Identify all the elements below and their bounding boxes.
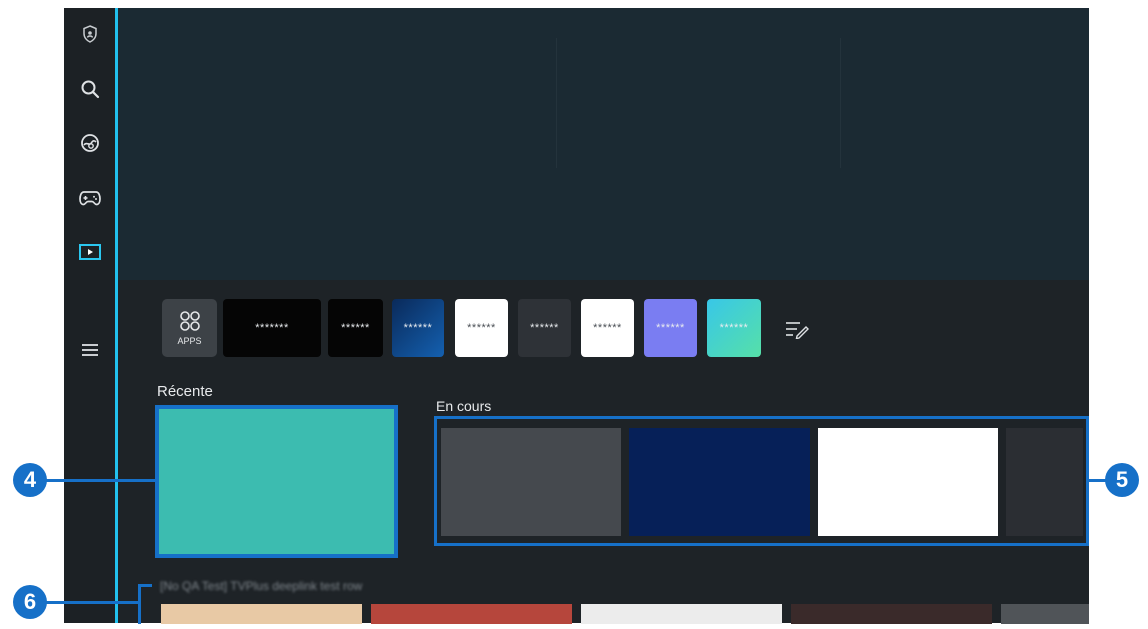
edit-list-icon — [786, 322, 809, 339]
recent-item-card[interactable] — [155, 405, 398, 558]
in-progress-item[interactable] — [629, 428, 810, 536]
apps-grid-icon — [179, 311, 200, 331]
hero-divider — [556, 38, 557, 168]
screenshot-stage: APPS ******* ****** ****** ****** ******… — [0, 0, 1148, 629]
app-tile[interactable]: ****** — [644, 299, 697, 357]
media-icon[interactable] — [72, 234, 108, 270]
ambient-icon[interactable] — [72, 125, 108, 161]
callout-badge-5: 5 — [1105, 463, 1139, 497]
privacy-icon[interactable] — [72, 16, 108, 52]
content-row-item[interactable] — [371, 604, 572, 624]
app-tile[interactable]: ****** — [707, 299, 761, 357]
menu-icon[interactable] — [72, 332, 108, 368]
in-progress-section-title: En cours — [436, 398, 492, 414]
apps-label: APPS — [177, 336, 202, 346]
content-row-title: [No QA Test] TVPlus deeplink test row — [160, 579, 363, 593]
callout-badge-6: 6 — [13, 585, 47, 619]
hero-divider — [840, 38, 841, 168]
app-tile[interactable]: ****** — [455, 299, 508, 357]
callout-badge-4: 4 — [13, 463, 47, 497]
left-navigation-rail — [64, 8, 116, 623]
hero-banner[interactable] — [116, 8, 1089, 280]
focus-indicator-line — [115, 8, 118, 623]
content-row-item[interactable] — [791, 604, 992, 624]
app-tile[interactable]: ******* — [223, 299, 321, 357]
app-tile[interactable]: ****** — [518, 299, 571, 357]
callout-4-line — [44, 479, 156, 482]
apps-button[interactable]: APPS — [162, 299, 217, 357]
in-progress-item[interactable] — [441, 428, 621, 536]
search-icon[interactable] — [72, 71, 108, 107]
callout-6-bracket-top — [138, 584, 152, 587]
game-controller-icon[interactable] — [72, 180, 108, 216]
app-tile[interactable]: ****** — [328, 299, 383, 357]
callout-6-line — [44, 601, 139, 604]
recent-section-title: Récente — [157, 383, 213, 400]
content-row-item[interactable] — [581, 604, 782, 624]
app-tile[interactable]: ****** — [392, 299, 444, 357]
callout-6-bracket — [138, 584, 141, 624]
content-row-item[interactable] — [161, 604, 362, 624]
in-progress-item[interactable] — [1006, 428, 1083, 536]
content-row-item[interactable] — [1001, 604, 1089, 624]
in-progress-item[interactable] — [818, 428, 998, 536]
edit-apps-button[interactable] — [782, 316, 812, 342]
app-tile[interactable]: ****** — [581, 299, 634, 357]
